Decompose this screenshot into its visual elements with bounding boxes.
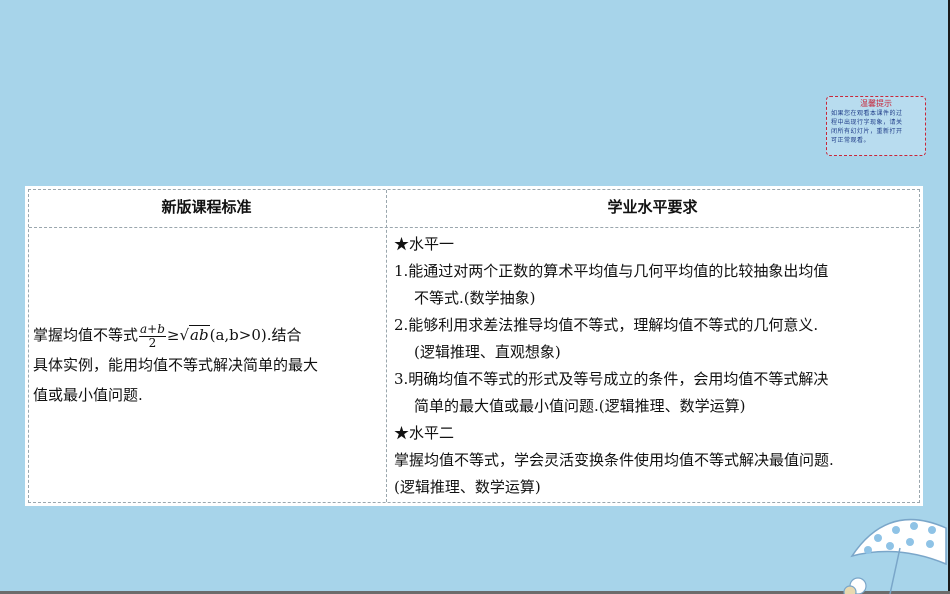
requirement-line: 3.明确均值不等式的形式及等号成立的条件，会用均值不等式解决	[394, 370, 829, 388]
geq-symbol: ≥	[166, 326, 180, 344]
level-one-heading: ★水平一	[394, 235, 455, 253]
column-divider	[386, 190, 387, 502]
curriculum-standard-cell: 掌握均值不等式 a+b 2 ≥√ab(a,b>0).结合 具体实例，能用均值不等式解决…	[33, 320, 383, 410]
standard-condition: (a,b>0).结合	[209, 326, 302, 344]
sqrt-ab: √ab	[179, 320, 210, 350]
fraction-a-plus-b-over-2: a+b 2	[139, 321, 166, 350]
sqrt-sign: √	[179, 326, 190, 344]
umbrella-decoration-icon	[843, 518, 947, 594]
requirement-line: 1.能通过对两个正数的算术平均值与几何平均值的比较抽象出均值	[394, 262, 829, 280]
viewing-tip-line: 可正常观看。	[831, 137, 871, 144]
viewing-tip-line: 如果您在观看本课件的过	[831, 110, 903, 117]
header-academic-level: 学业水平要求	[607, 198, 698, 216]
standard-line-3: 值或最小值问题.	[33, 386, 143, 404]
header-divider	[29, 227, 919, 228]
sqrt-radicand: ab	[189, 325, 210, 344]
viewing-tip-line: 程中出现行字现象，请关	[831, 119, 903, 126]
requirement-line: 2.能够利用求差法推导均值不等式，理解均值不等式的几何意义.	[394, 316, 819, 334]
viewing-tip-line: 闭所有幻灯片，重新打开	[831, 128, 903, 135]
requirement-line: 掌握均值不等式，学会灵活变换条件使用均值不等式解决最值问题.	[394, 451, 834, 469]
requirement-line: (逻辑推理、直观想象)	[414, 343, 561, 361]
viewing-tip-title: 温馨提示	[860, 99, 892, 108]
standard-line-1: 掌握均值不等式 a+b 2 ≥√ab(a,b>0).结合	[33, 320, 383, 350]
requirement-line: 简单的最大值或最小值问题.(逻辑推理、数学运算)	[414, 397, 746, 415]
viewing-tip-box: 温馨提示 如果您在观看本课件的过 程中出现行字现象，请关 闭所有幻灯片，重新打开…	[826, 96, 926, 156]
level-two-heading: ★水平二	[394, 424, 455, 442]
standard-line-2: 具体实例，能用均值不等式解决简单的最大	[33, 356, 319, 374]
requirement-line: 不等式.(数学抽象)	[414, 289, 536, 307]
header-curriculum-standard: 新版课程标准	[161, 198, 252, 216]
fraction-denominator: 2	[148, 335, 157, 350]
standard-prefix: 掌握均值不等式	[33, 326, 139, 344]
requirement-line: (逻辑推理、数学运算)	[394, 478, 541, 496]
fraction-numerator: a+b	[139, 321, 166, 337]
curriculum-table: 新版课程标准 学业水平要求 掌握均值不等式 a+b 2 ≥√ab(a,b>0).结合 …	[25, 186, 923, 506]
viewing-tip-body: 如果您在观看本课件的过 程中出现行字现象，请关 闭所有幻灯片，重新打开 可正常观…	[831, 109, 921, 145]
academic-level-cell: ★水平一 1.能通过对两个正数的算术平均值与几何平均值的比较抽象出均值 不等式.…	[394, 231, 914, 501]
